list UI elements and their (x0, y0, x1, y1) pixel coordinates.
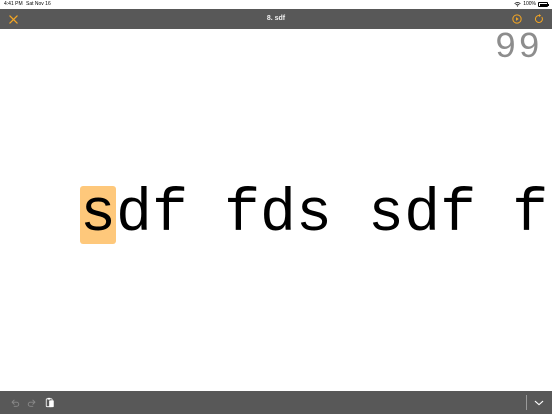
nav-bar: 8. sdf (0, 9, 552, 29)
status-date: Sat Nov 16 (26, 1, 51, 7)
redo-button[interactable] (25, 396, 38, 409)
status-bar: 4:41 PM Sat Nov 16 100% (0, 0, 552, 9)
play-button[interactable] (510, 12, 524, 26)
status-right: 100% (514, 0, 549, 9)
redo-icon (27, 399, 36, 407)
toolbar-divider (526, 395, 527, 410)
dismiss-keyboard-button[interactable] (532, 396, 545, 409)
restart-icon (534, 14, 543, 23)
chevron-down-icon (534, 400, 543, 405)
app-screen: 4:41 PM Sat Nov 16 100% 8. sdf 99 sdf fd… (0, 0, 552, 414)
undo-button[interactable] (8, 396, 21, 409)
remaining-counter: 99 (494, 27, 542, 68)
battery-percent: 100% (523, 1, 536, 7)
upcoming-text: df fds sdf f (116, 181, 549, 249)
current-character: s (80, 181, 117, 249)
status-time: 4:41 PM (4, 1, 23, 7)
keyboard-toolbar (0, 391, 552, 414)
undo-icon (10, 399, 19, 407)
battery-icon (538, 2, 549, 7)
typing-text[interactable]: sdf fds sdf f (80, 181, 548, 249)
play-circle-icon (512, 14, 522, 24)
page-title: 8. sdf (266, 15, 286, 22)
wifi-icon (514, 2, 521, 7)
paste-button[interactable] (43, 396, 56, 409)
paste-icon (45, 397, 54, 408)
restart-button[interactable] (532, 12, 546, 26)
